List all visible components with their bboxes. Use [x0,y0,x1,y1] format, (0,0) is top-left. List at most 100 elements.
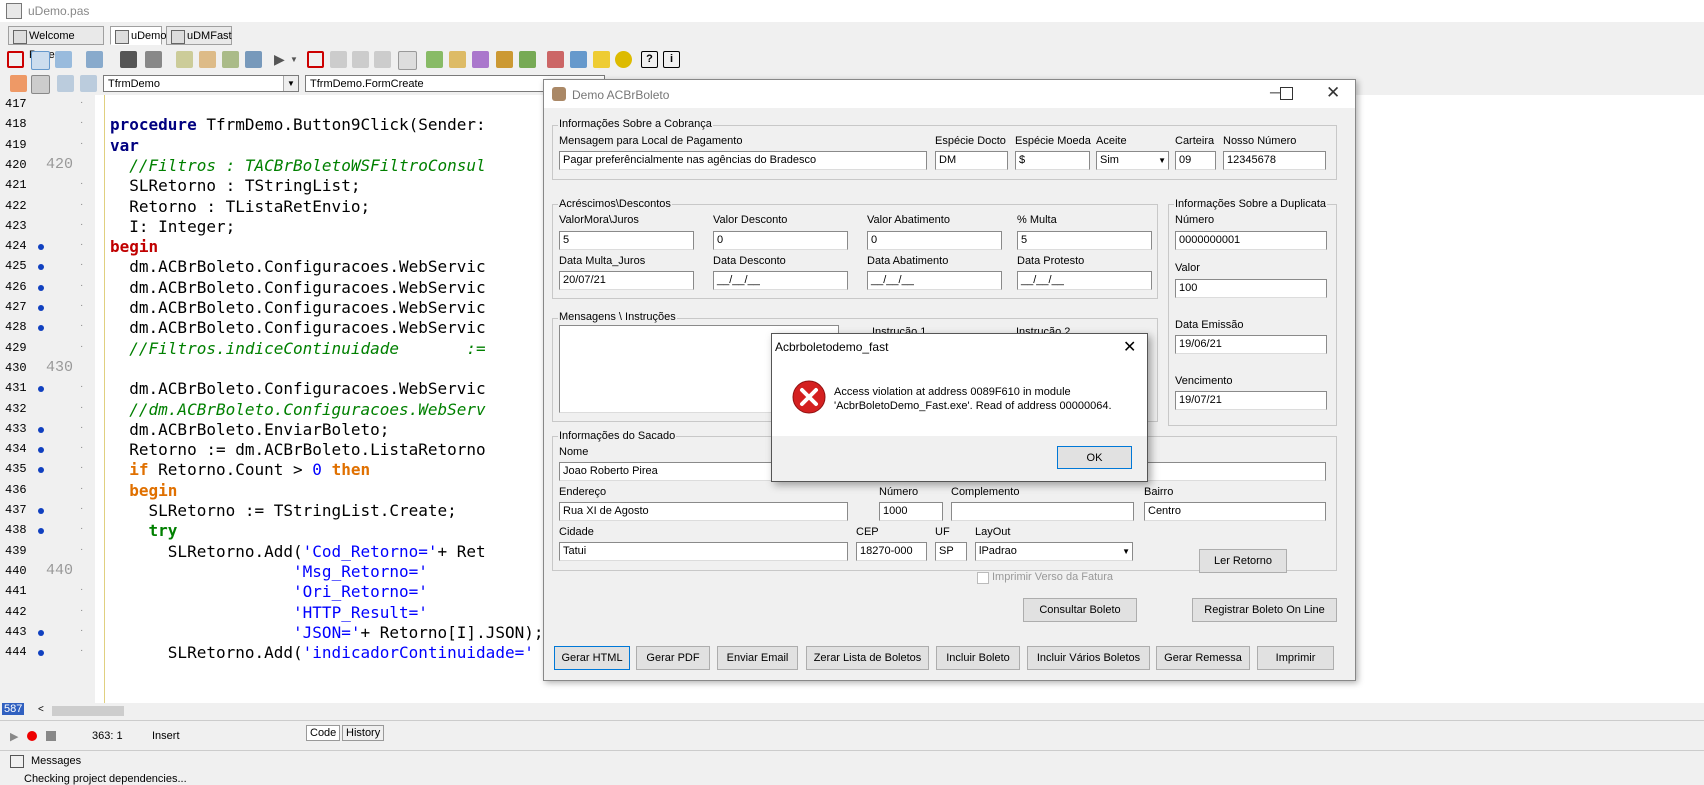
horizontal-scrollbar[interactable]: 587 < [0,703,1704,719]
tool-5-icon[interactable] [519,51,536,68]
multa-input[interactable]: 5 [1017,231,1152,250]
sac-numero-input[interactable]: 1000 [879,502,943,521]
close-icon[interactable]: ✕ [1326,83,1340,103]
maximize-icon[interactable] [1280,87,1293,100]
help-icon[interactable]: ? [641,51,658,68]
open-icon[interactable] [86,51,103,68]
record-icon[interactable] [27,731,37,741]
emissao-input[interactable]: 19/06/21 [1175,335,1327,354]
breakpoint-dot-icon[interactable] [38,467,44,474]
implementation-icon[interactable] [80,75,97,92]
mora-input[interactable]: 5 [559,231,694,250]
interface-icon[interactable] [57,75,74,92]
nosso-input[interactable]: 12345678 [1223,151,1326,170]
breakpoint-dot-icon[interactable] [38,284,44,291]
especie-moeda-input[interactable]: $ [1015,151,1090,170]
imprimir-verso-checkbox[interactable] [977,572,989,584]
remove-file-icon[interactable] [222,51,239,68]
breakpoint-dot-icon[interactable] [38,447,44,454]
desconto-input[interactable]: 0 [713,231,848,250]
structure-icon[interactable] [10,75,27,92]
tab-udmfast[interactable]: uDMFast [166,26,232,45]
close-icon[interactable]: ✕ [1123,337,1136,357]
registrar-boleto-button[interactable]: Registrar Boleto On Line [1192,598,1337,622]
tab-welcome-page[interactable]: Welcome Page [8,26,104,61]
tab-code[interactable]: Code [306,725,341,741]
ler-retorno-button[interactable]: Ler Retorno [1199,549,1287,573]
tool-2-icon[interactable] [449,51,466,68]
data-multa-input[interactable]: 20/07/21 [559,271,694,290]
run-icon[interactable]: ▶ [10,730,18,743]
breakpoint-dot-icon[interactable] [38,528,44,535]
breakpoint-dot-icon[interactable] [38,386,44,393]
bottom-button-6[interactable]: Gerar Remessa [1156,646,1250,670]
tab-history[interactable]: History [342,725,385,741]
step-into-icon[interactable] [352,51,369,68]
cep-input[interactable]: 18270-000 [856,542,927,561]
stop-record-icon[interactable] [46,731,56,741]
toggle-form-icon[interactable] [31,75,50,94]
minimize-icon[interactable]: ─ [1270,84,1280,100]
cidade-input[interactable]: Tatui [559,542,848,561]
bottom-button-4[interactable]: Incluir Boleto [936,646,1020,670]
breakpoint-dot-icon[interactable] [38,629,44,636]
local-input[interactable]: Pagar preferêncialmente nas agências do … [559,151,927,170]
run-dropdown-icon[interactable]: ▼ [290,51,307,68]
tool-8-icon[interactable] [593,51,610,68]
save-icon[interactable] [120,51,137,68]
breakpoint-dot-icon[interactable] [38,325,44,332]
tab-udemo[interactable]: uDemo [110,26,166,45]
endereco-input[interactable]: Rua XI de Agosto [559,502,848,521]
info-icon[interactable]: i [663,51,680,68]
data-protesto-input[interactable]: __/__/__ [1017,271,1152,290]
bottom-button-5[interactable]: Incluir Vários Boletos [1027,646,1150,670]
bottom-button-0[interactable]: Gerar HTML [554,646,630,670]
bairro-input[interactable]: Centro [1144,502,1326,521]
new-unit-icon[interactable] [55,51,72,68]
bottom-button-2[interactable]: Enviar Email [717,646,798,670]
bottom-button-3[interactable]: Zerar Lista de Boletos [806,646,929,670]
ok-button[interactable]: OK [1057,446,1132,469]
tool-4-icon[interactable] [496,51,513,68]
bottom-button-1[interactable]: Gerar PDF [636,646,710,670]
step-out-icon[interactable] [374,51,391,68]
breakpoint-dot-icon[interactable] [38,305,44,311]
open-project-icon[interactable] [176,51,193,68]
aceite-select[interactable]: Sim ▼ [1096,151,1169,170]
selection-icon[interactable] [7,51,24,68]
chevron-left-icon[interactable]: < [38,704,44,715]
complemento-input[interactable] [951,502,1134,521]
class-combo[interactable]: TfrmDemo ▼ [103,75,299,92]
vencimento-input[interactable]: 19/07/21 [1175,391,1327,410]
abatimento-input[interactable]: 0 [867,231,1002,250]
gear-icon[interactable] [615,51,632,68]
data-desconto-input[interactable]: __/__/__ [713,271,848,290]
valor-input[interactable]: 100 [1175,279,1327,298]
step-icon[interactable] [330,51,347,68]
breakpoint-dot-icon[interactable] [38,508,44,514]
breakpoint-dot-icon[interactable] [38,650,44,657]
stop-icon[interactable] [307,51,324,68]
breakpoint-dot-icon[interactable] [38,244,44,251]
data-abatimento-input[interactable]: __/__/__ [867,271,1002,290]
breakpoint-dot-icon[interactable] [38,426,44,433]
scroll-thumb[interactable] [52,706,124,716]
run-icon[interactable]: ▶ [274,51,291,68]
tool-3-icon[interactable] [472,51,489,68]
dup-numero-input[interactable]: 0000000001 [1175,231,1327,250]
tool-6-icon[interactable] [547,51,564,68]
save-all-icon[interactable] [145,51,162,68]
especie-doc-input[interactable]: DM [935,151,1008,170]
add-file-icon[interactable] [199,51,216,68]
trace-icon[interactable] [398,51,417,70]
tool-7-icon[interactable] [570,51,587,68]
tool-1-icon[interactable] [426,51,443,68]
carteira-input[interactable]: 09 [1175,151,1216,170]
new-form-icon[interactable] [31,51,50,70]
consultar-boleto-button[interactable]: Consultar Boleto [1023,598,1137,622]
bottom-button-7[interactable]: Imprimir [1257,646,1334,670]
options-icon[interactable] [245,51,262,68]
uf-input[interactable]: SP [935,542,967,561]
breakpoint-dot-icon[interactable] [38,264,44,271]
layout-select[interactable]: lPadrao ▼ [975,542,1133,561]
